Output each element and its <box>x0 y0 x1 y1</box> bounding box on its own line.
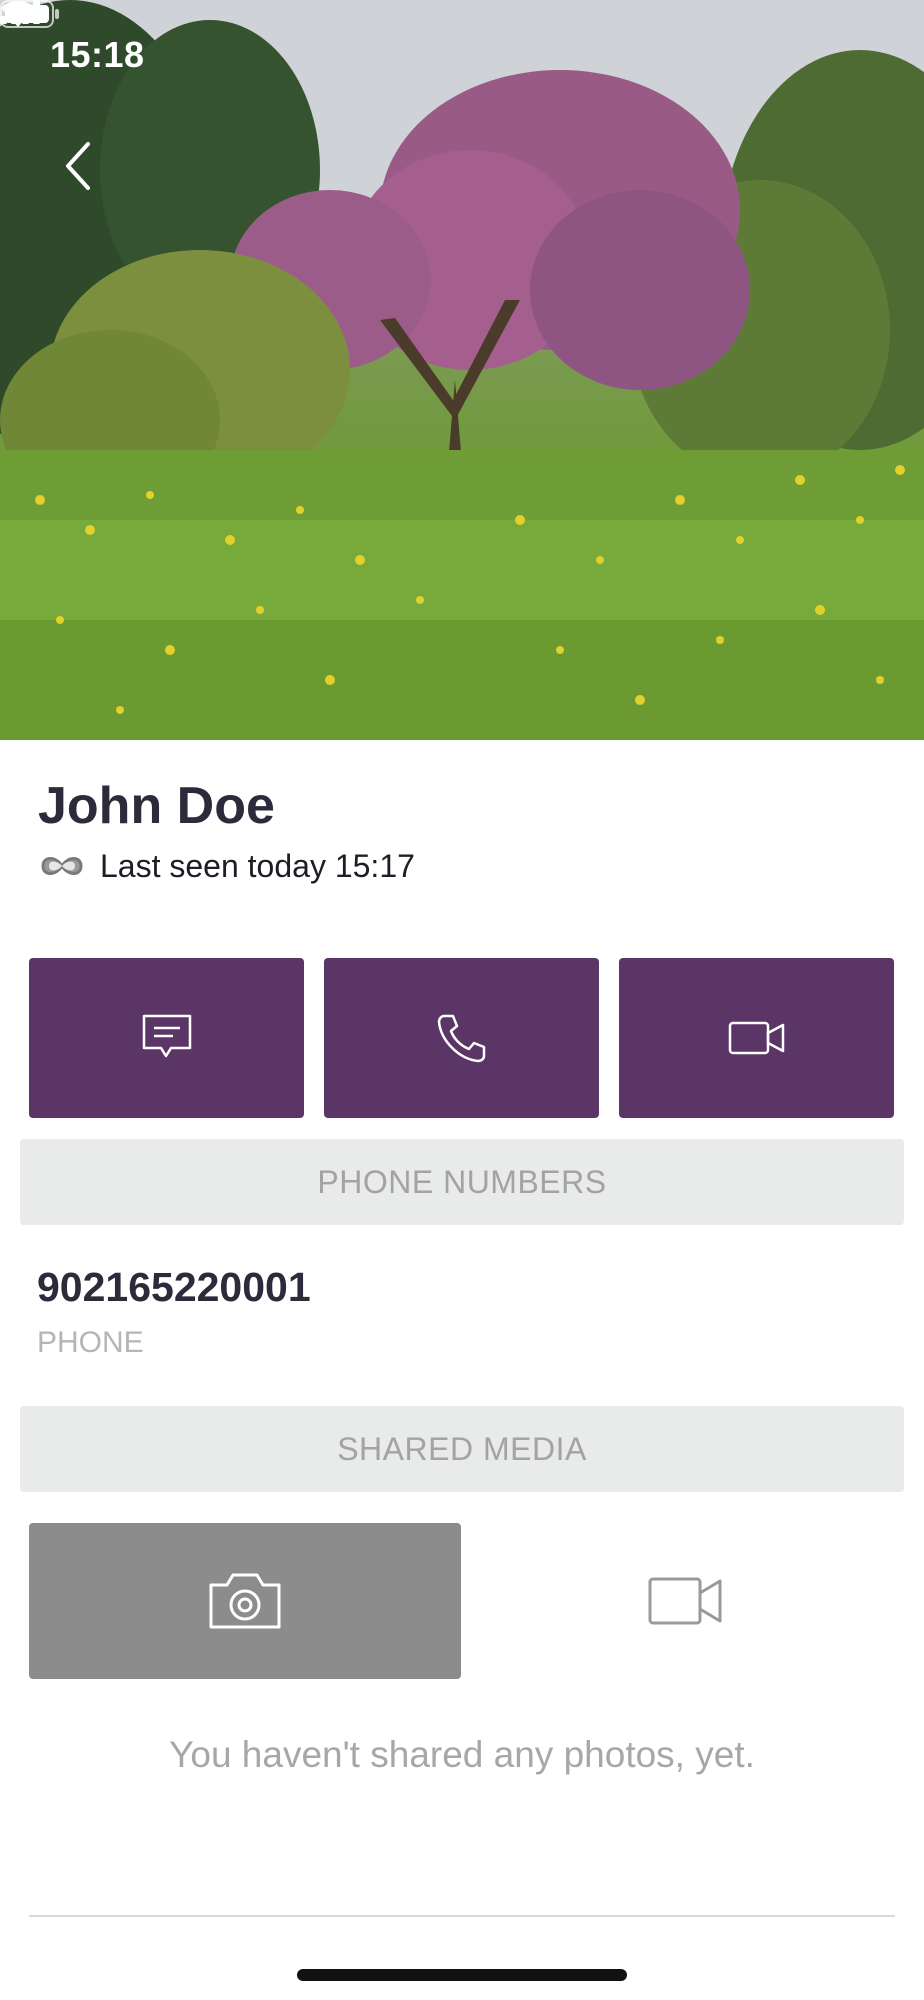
video-camera-icon <box>728 1021 784 1055</box>
contact-name: John Doe <box>38 777 275 835</box>
last-seen-label: Last seen today 15:17 <box>100 847 415 884</box>
video-call-button[interactable] <box>619 958 894 1118</box>
status-time: 15:18 <box>50 34 145 75</box>
status-bar: 15:18 <box>0 0 924 110</box>
divider <box>29 1915 895 1917</box>
chevron-left-icon <box>66 142 90 190</box>
shared-media-header: SHARED MEDIA <box>20 1406 904 1492</box>
infinity-icon <box>41 857 83 875</box>
phone-number-row[interactable]: 902165220001 PHONE <box>0 1240 924 1380</box>
phone-number[interactable]: 902165220001 <box>37 1264 311 1311</box>
back-button[interactable] <box>56 130 106 200</box>
video-camera-icon <box>648 1577 722 1625</box>
cover-photo-illustration <box>0 0 924 740</box>
profile-cover-photo: 15:18 <box>0 0 924 740</box>
call-button[interactable] <box>324 958 599 1118</box>
home-indicator[interactable] <box>297 1969 627 1981</box>
camera-icon <box>209 1573 281 1629</box>
phone-type-label: PHONE <box>37 1326 144 1359</box>
photos-tab[interactable] <box>29 1523 461 1679</box>
chat-bubble-icon <box>142 1014 191 1058</box>
message-button[interactable] <box>29 958 304 1118</box>
empty-media-message: You haven't shared any photos, yet. <box>169 1734 755 1775</box>
phone-icon <box>437 1014 485 1063</box>
videos-tab[interactable] <box>470 1523 900 1679</box>
battery-icon <box>0 0 59 28</box>
presence-status: Last seen today 15:17 <box>38 846 415 886</box>
phone-numbers-header: PHONE NUMBERS <box>20 1139 904 1225</box>
